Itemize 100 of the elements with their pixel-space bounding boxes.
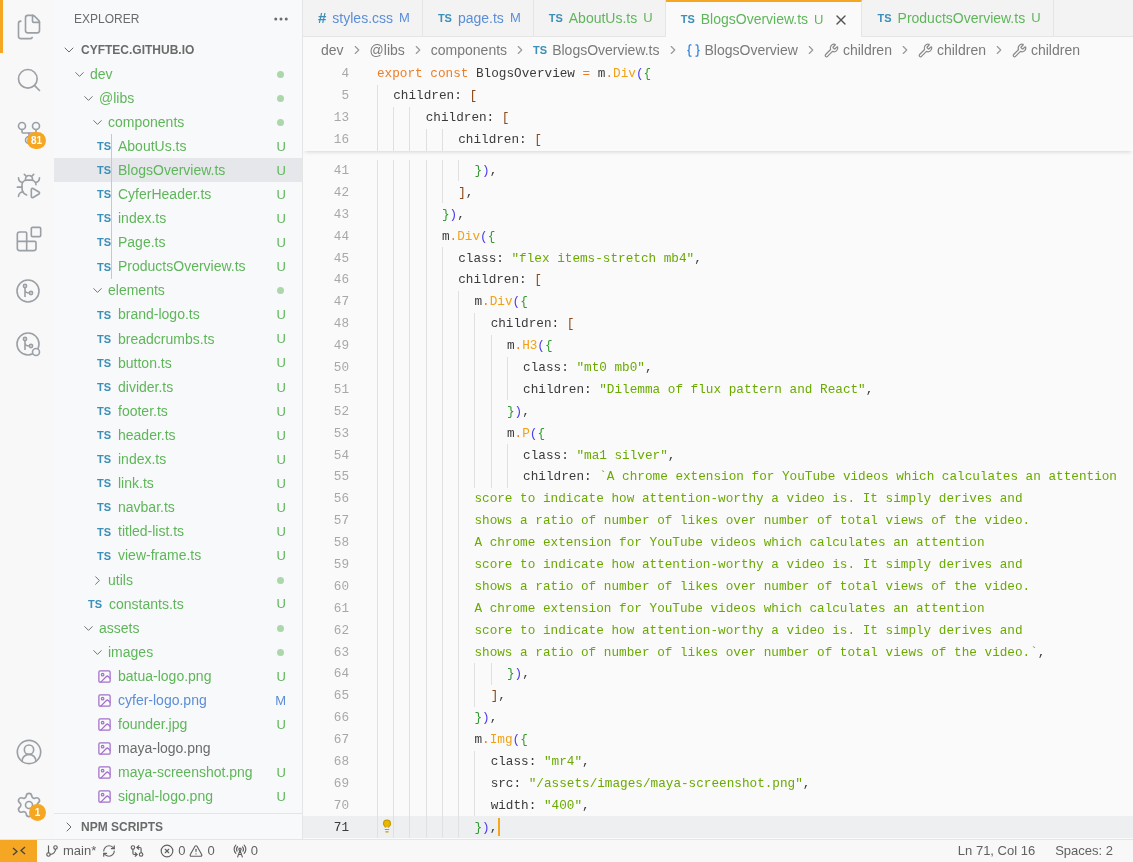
folder-item[interactable]: components xyxy=(54,110,302,135)
file-item[interactable]: TS index.ts U xyxy=(54,206,302,231)
file-type-icon: TS xyxy=(97,210,111,227)
code-line: shows a ratio of number of likes over number of total views of the video.`, xyxy=(377,641,1046,664)
file-type-icon: TS xyxy=(97,258,111,276)
file-item[interactable]: cyfer-logo.png M xyxy=(54,688,302,713)
git-status-letter: U xyxy=(276,715,286,734)
sync-icon[interactable] xyxy=(102,844,117,858)
circled-branch-icon xyxy=(14,277,43,306)
code-line: ], xyxy=(377,181,474,204)
line-number: 48 xyxy=(332,315,349,334)
remote-button[interactable] xyxy=(0,840,37,862)
file-item[interactable]: TS footer.ts U xyxy=(54,399,302,424)
file-item[interactable]: TS index.ts U xyxy=(54,447,302,472)
line-number: 64 xyxy=(332,665,349,684)
error-count: 0 xyxy=(178,842,186,861)
lightbulb-icon[interactable] xyxy=(380,819,394,834)
code-line: A chrome extension for YouTube videos which calculates an attention xyxy=(377,597,985,620)
editor-tab[interactable]: TS ProductsOverview.ts U xyxy=(862,0,1054,37)
breadcrumb-item[interactable]: dev xyxy=(321,39,344,61)
ports-button[interactable]: 0 xyxy=(232,841,258,861)
code-line: }), xyxy=(377,663,530,685)
line-number: 59 xyxy=(332,556,349,574)
folder-item[interactable]: utils xyxy=(54,567,302,593)
editor-tab[interactable]: TS page.ts M xyxy=(422,0,534,37)
file-item[interactable]: maya-logo.png xyxy=(54,736,302,761)
circled-branch-search-icon xyxy=(14,330,43,359)
breadcrumb-item[interactable]: children xyxy=(1011,39,1080,61)
file-item[interactable]: TS navbar.ts U xyxy=(54,495,302,520)
folder-item[interactable]: images xyxy=(54,640,302,665)
error-icon xyxy=(160,844,175,858)
git-status-letter: U xyxy=(276,209,286,228)
code-line: score to indicate how attention-worthy a video is. It simply derives and xyxy=(377,553,1023,576)
editor-tab[interactable]: TS AboutUs.ts U xyxy=(533,0,666,37)
user-icon xyxy=(14,737,43,766)
file-item[interactable]: TS view-frame.ts U xyxy=(54,543,302,568)
file-item[interactable]: TS breadcrumbs.ts U xyxy=(54,327,302,352)
git-status-letter: U xyxy=(276,330,286,349)
cursor-position[interactable]: Ln 71, Col 16 xyxy=(957,841,1036,861)
file-item[interactable]: TS brand-logo.ts U xyxy=(54,302,302,328)
activity-bar-button[interactable]: 1 xyxy=(0,778,54,831)
file-item[interactable]: TS ProductsOverview.ts U xyxy=(54,254,302,279)
file-item[interactable]: TS header.ts U xyxy=(54,423,302,448)
branch-icon xyxy=(45,844,59,858)
git-status-letter: U xyxy=(276,185,286,204)
line-number: 67 xyxy=(332,731,349,750)
line-number: 46 xyxy=(332,271,349,290)
file-item[interactable]: TS Page.ts U xyxy=(54,230,302,255)
indentation-setting[interactable]: Spaces: 2 xyxy=(1055,841,1113,861)
activity-bar-button[interactable]: 81 xyxy=(0,106,54,159)
file-item[interactable]: TS CyferHeader.ts U xyxy=(54,182,302,207)
code-line: score to indicate how attention-worthy a video is. It simply derives and xyxy=(377,487,1023,510)
file-type-icon: TS xyxy=(97,403,111,420)
breadcrumb-item[interactable]: children xyxy=(823,39,892,61)
file-type-icon: TS xyxy=(97,547,111,565)
line-number: 51 xyxy=(332,380,349,399)
git-status-letter: U xyxy=(276,426,286,445)
code-line: m.H3({ xyxy=(377,334,553,357)
file-item[interactable]: batua-logo.png U xyxy=(54,664,302,689)
branch-button[interactable]: main* xyxy=(45,841,97,861)
breadcrumb-item[interactable]: @libs xyxy=(369,39,405,61)
file-item[interactable]: TS AboutUs.ts U xyxy=(54,134,302,159)
code-line: class: "flex items-stretch mb4", xyxy=(377,247,702,269)
file-type-icon: TS xyxy=(533,41,548,59)
problems-button[interactable]: 0 0 xyxy=(160,841,215,861)
breadcrumb-item[interactable]: TS BlogsOverview.ts xyxy=(533,39,660,61)
editor-tab[interactable]: # styles.css M xyxy=(303,0,423,37)
bug-play-icon xyxy=(14,171,43,200)
file-item[interactable]: TS titled-list.ts U xyxy=(54,519,302,544)
folder-item[interactable]: dev xyxy=(54,62,302,87)
file-type-icon: TS xyxy=(548,9,563,27)
git-status-letter: U xyxy=(643,9,653,28)
git-status-letter: U xyxy=(276,450,286,469)
file-item[interactable]: TS BlogsOverview.ts U xyxy=(54,158,302,183)
file-item[interactable]: founder.jpg U xyxy=(54,712,302,737)
folder-item[interactable]: elements xyxy=(54,278,302,303)
file-item[interactable]: maya-screenshot.png U xyxy=(54,760,302,785)
code-line: ], xyxy=(377,684,506,707)
file-item[interactable]: TS link.ts U xyxy=(54,471,302,496)
code-line: shows a ratio of number of likes over number of total views of the video. xyxy=(377,575,1031,598)
line-number: 68 xyxy=(332,753,349,772)
file-item[interactable]: TS constants.ts U xyxy=(54,592,302,617)
line-number: 70 xyxy=(332,796,349,815)
breadcrumb-item[interactable]: components xyxy=(430,39,508,61)
folder-item[interactable]: assets xyxy=(54,616,302,641)
line-number: 47 xyxy=(332,293,349,312)
workspace-header[interactable]: CYFTEC.GITHUB.IO xyxy=(54,37,302,62)
compare-icon[interactable] xyxy=(130,844,145,858)
breadcrumb-item[interactable]: children xyxy=(917,39,986,61)
breadcrumb-item[interactable]: BlogsOverview xyxy=(685,39,798,61)
text-cursor xyxy=(498,818,501,837)
file-item[interactable]: signal-logo.png U xyxy=(54,784,302,809)
line-number: 69 xyxy=(332,774,349,793)
editor-tab[interactable]: TS BlogsOverview.ts U xyxy=(665,0,863,37)
folder-item[interactable]: @libs xyxy=(54,86,302,111)
git-status-letter: U xyxy=(276,499,286,517)
code-line: children: [ xyxy=(377,106,510,129)
file-item[interactable]: TS divider.ts U xyxy=(54,375,302,400)
file-item[interactable]: TS button.ts U xyxy=(54,351,302,376)
line-number: 61 xyxy=(332,599,349,618)
